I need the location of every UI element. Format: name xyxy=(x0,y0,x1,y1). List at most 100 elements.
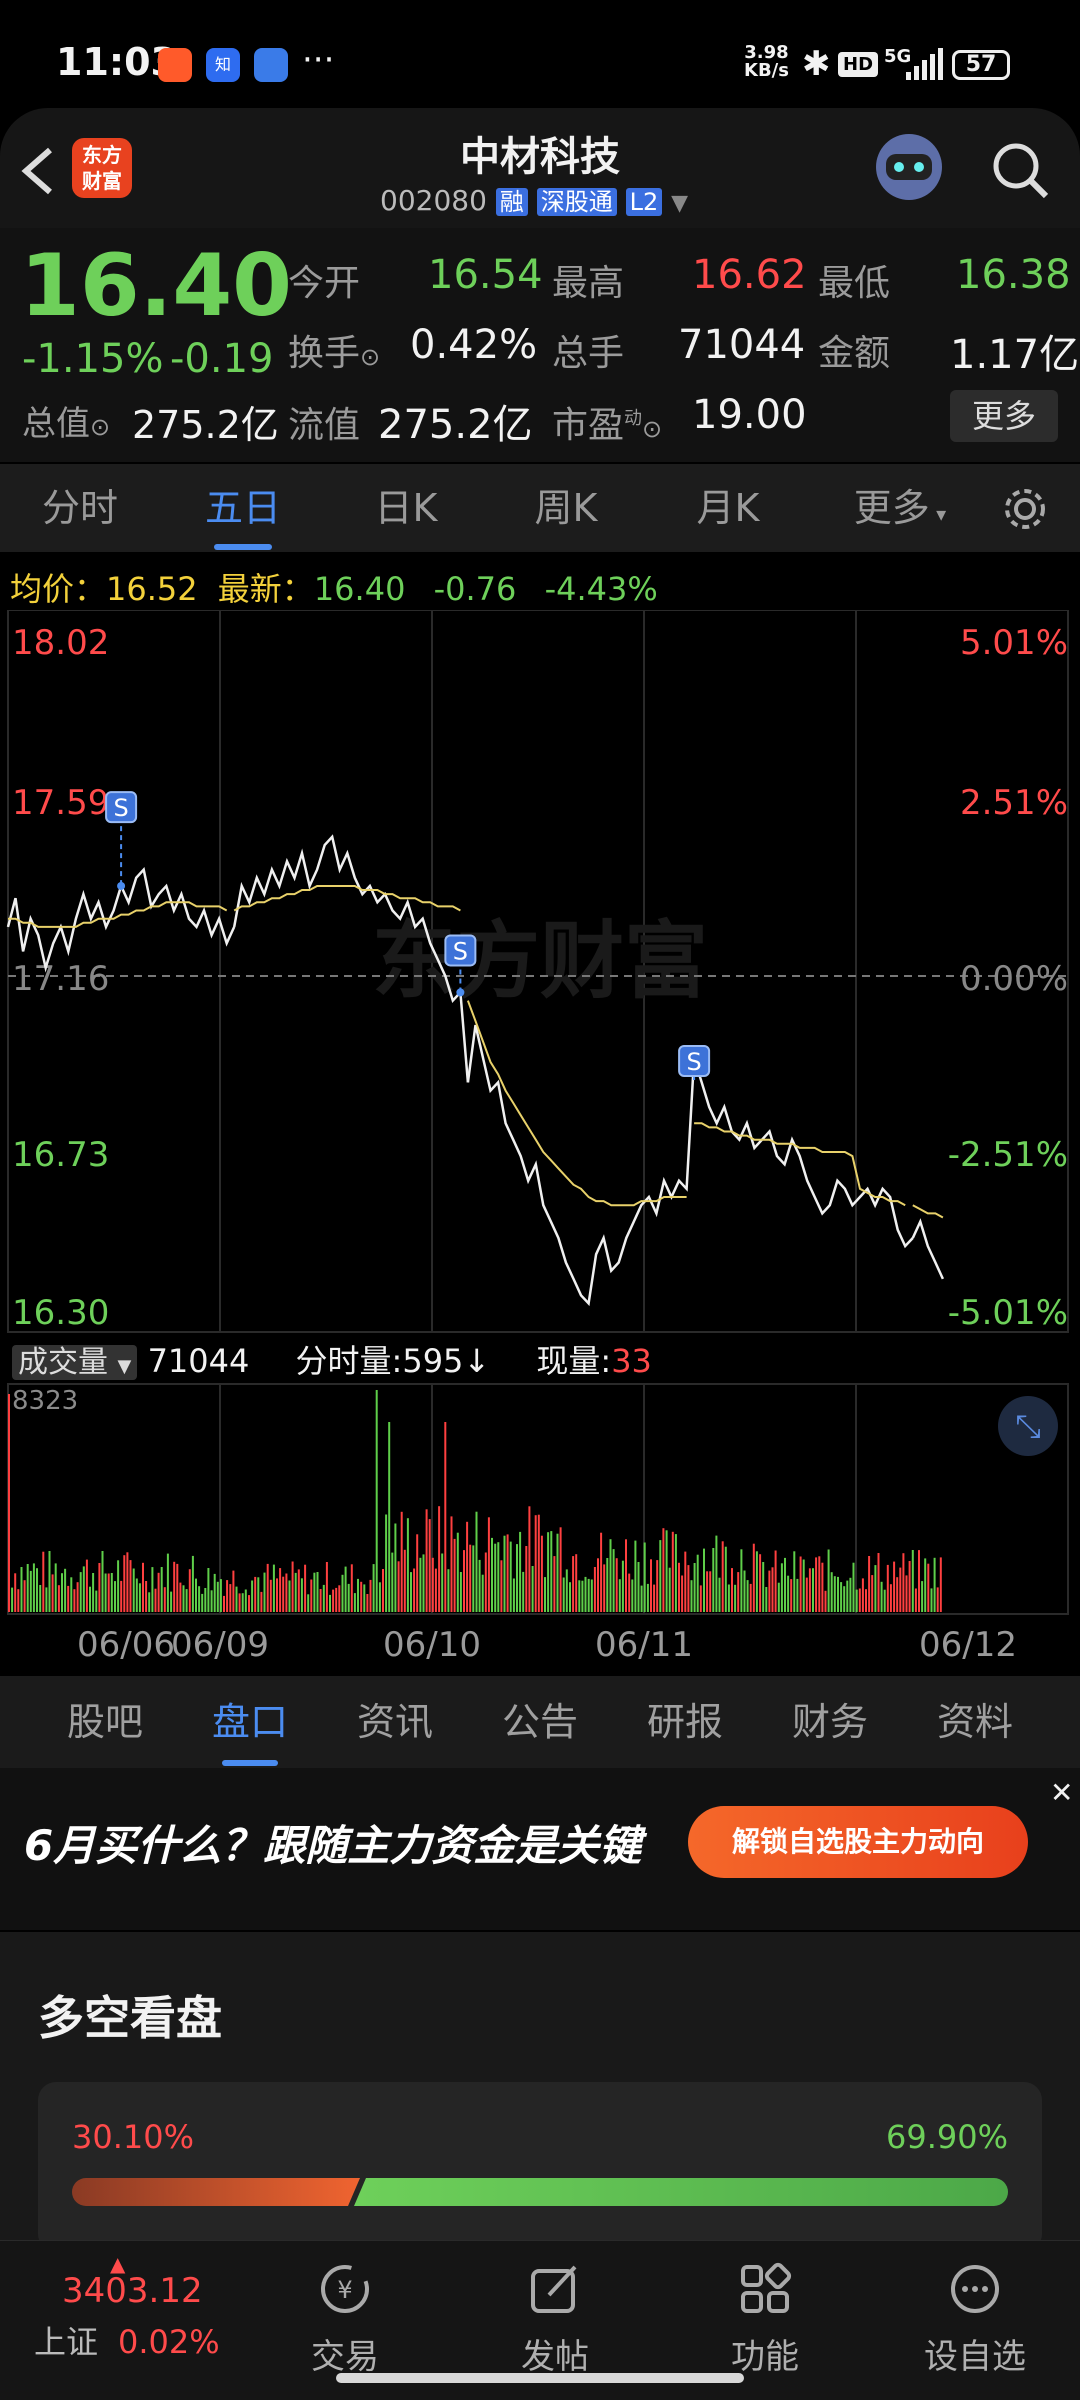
volume-bar xyxy=(849,1577,852,1612)
x-tick-label: 06/10 xyxy=(383,1625,481,1665)
settings-gear-icon[interactable] xyxy=(1000,484,1050,534)
volume-bar xyxy=(687,1565,690,1612)
turnover-label: 换手⊙ xyxy=(288,333,381,374)
volume-bar xyxy=(132,1568,135,1612)
volume-bar xyxy=(497,1542,500,1612)
expand-icon[interactable]: ⤡ xyxy=(998,1396,1058,1456)
volume-bar xyxy=(101,1551,104,1612)
volume-bar xyxy=(933,1557,936,1612)
tab-day-k[interactable]: 日K xyxy=(346,464,466,552)
bear-percent: 30.10% xyxy=(72,2118,195,2156)
volume-bar xyxy=(843,1586,846,1612)
tab-yanbao[interactable]: 研报 xyxy=(625,1676,745,1768)
bull-bear-panel: 多空看盘 30.10% 69.90% xyxy=(0,1932,1080,2252)
nav-trade[interactable]: ¥ 交易 xyxy=(270,2261,420,2378)
tab-week-k[interactable]: 周K xyxy=(506,464,626,552)
tab-caiwu[interactable]: 财务 xyxy=(770,1676,890,1768)
info-icon[interactable]: ⊙ xyxy=(90,413,110,441)
tab-gonggao[interactable]: 公告 xyxy=(480,1676,600,1768)
volume-bar xyxy=(833,1576,836,1612)
volume-bar xyxy=(924,1558,927,1612)
y-tick-left: 16.30 xyxy=(12,1293,109,1333)
volume-bar xyxy=(210,1590,213,1612)
volume-bar xyxy=(241,1593,244,1612)
volume-bar xyxy=(615,1558,618,1612)
low-label: 最低 xyxy=(818,263,891,304)
float-cap-value: 275.2亿 xyxy=(378,402,533,448)
volume-bar xyxy=(73,1589,76,1612)
promo-banner[interactable]: 6月买什么？跟随主力资金是关键 解锁自选股主力动向 ✕ xyxy=(0,1768,1080,1930)
volume-bar xyxy=(634,1540,637,1612)
volume-header: 成交量 ▼ 71044 分时量:595↓ 现量:33 xyxy=(12,1336,652,1382)
bear-bar xyxy=(72,2178,360,2206)
nav-post[interactable]: 发帖 xyxy=(480,2261,630,2378)
battery-icon: 57 xyxy=(952,50,1010,80)
volume-bar xyxy=(503,1535,506,1612)
volume-bar xyxy=(400,1511,403,1612)
volume-bar xyxy=(724,1546,727,1612)
volume-bar xyxy=(911,1550,914,1612)
volume-bar xyxy=(76,1582,79,1612)
volume-bar xyxy=(556,1533,559,1612)
index-widget[interactable]: ▲ 3403.12 上证 0.02% xyxy=(34,2254,254,2363)
volume-bar xyxy=(254,1576,257,1612)
volume-bar xyxy=(858,1588,861,1612)
more-button[interactable]: 更多 xyxy=(950,390,1058,442)
volume-max-label: 8323 xyxy=(12,1386,79,1416)
app-a-icon xyxy=(158,48,192,82)
change-amount: -0.19 xyxy=(170,336,274,382)
volume-bar xyxy=(45,1587,48,1612)
volume-bar xyxy=(182,1585,185,1612)
fenshi-volume: 595 xyxy=(402,1342,464,1380)
nav-watchlist[interactable]: 设自选 xyxy=(900,2261,1050,2378)
nav-functions[interactable]: 功能 xyxy=(690,2261,840,2378)
volume-bar xyxy=(478,1559,481,1612)
tab-fenshi[interactable]: 分时 xyxy=(20,464,140,552)
volume-bar xyxy=(484,1552,487,1612)
volume-bar xyxy=(263,1572,266,1612)
tab-guba[interactable]: 股吧 xyxy=(45,1676,165,1768)
search-icon[interactable] xyxy=(990,140,1050,200)
volume-chart[interactable] xyxy=(0,1382,1080,1616)
volume-bar xyxy=(693,1563,696,1612)
volume-bar xyxy=(382,1569,384,1612)
price-chart[interactable]: 东方财富 18.02 17.59 17.16 16.73 16.30 5.01% 2.51% 0… xyxy=(0,610,1080,1342)
volume-bar xyxy=(434,1568,437,1612)
volume-selector[interactable]: 成交量 ▼ xyxy=(12,1345,138,1380)
tab-wuri[interactable]: 五日 xyxy=(183,464,303,552)
volume-bar xyxy=(238,1593,241,1612)
volume-bar xyxy=(765,1587,768,1612)
robot-assistant-icon[interactable] xyxy=(876,134,942,200)
volume-bar xyxy=(151,1567,154,1612)
volume-bar xyxy=(522,1571,525,1612)
avg-price-line xyxy=(694,1122,906,1207)
volume-bar xyxy=(762,1562,765,1612)
volume-bar xyxy=(316,1572,319,1612)
dropdown-icon[interactable]: ▼ xyxy=(671,191,688,216)
volume-bar xyxy=(117,1560,120,1612)
info-icon[interactable]: ⊙ xyxy=(642,415,662,443)
info-icon[interactable]: ⊙ xyxy=(360,343,380,371)
volume-bar xyxy=(29,1570,32,1612)
tab-more[interactable]: 更多 ▾ xyxy=(840,464,960,552)
close-icon[interactable]: ✕ xyxy=(1050,1776,1073,1809)
volume-bar xyxy=(837,1576,839,1612)
volume-bar xyxy=(740,1549,743,1612)
current-volume: 33 xyxy=(611,1342,652,1380)
volume-bar xyxy=(793,1551,796,1612)
volume-bar xyxy=(472,1545,475,1612)
chart-area[interactable]: 均价：16.52 最新：16.40 -0.76 -4.43% 东方财富 18.02… xyxy=(0,552,1080,1674)
tab-ziliao[interactable]: 资料 xyxy=(915,1676,1035,1768)
avg-price-line xyxy=(912,1204,944,1219)
tab-zixun[interactable]: 资讯 xyxy=(335,1676,455,1768)
volume-bar xyxy=(509,1541,512,1612)
volume-bar xyxy=(166,1553,169,1612)
tab-pankou[interactable]: 盘口 xyxy=(190,1676,310,1768)
volume-bar xyxy=(394,1523,397,1612)
bull-bear-title: 多空看盘 xyxy=(38,1991,222,2045)
tab-month-k[interactable]: 月K xyxy=(668,464,788,552)
volume-bar xyxy=(307,1594,310,1612)
float-cap-label: 流值 xyxy=(288,405,361,446)
volume-bar xyxy=(914,1588,917,1612)
banner-unlock-button[interactable]: 解锁自选股主力动向 xyxy=(688,1806,1028,1878)
